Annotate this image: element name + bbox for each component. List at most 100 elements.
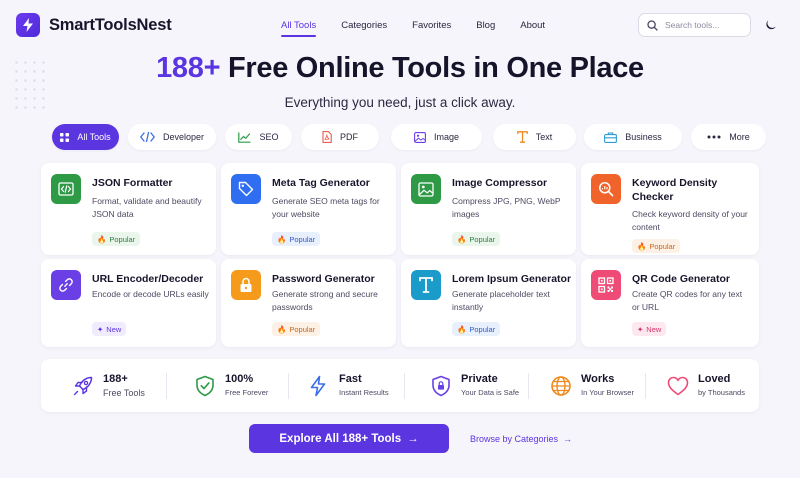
popular-badge: 🔥 Popular	[272, 232, 321, 246]
tab-business[interactable]: Business	[584, 124, 682, 150]
feature-title: Loved	[698, 373, 731, 385]
nav-all-tools[interactable]: All Tools	[281, 0, 317, 50]
tag-icon	[231, 174, 261, 204]
badge-label: New	[106, 324, 122, 334]
hero-title-text: Free Online Tools in One Place	[220, 52, 644, 84]
search-box	[638, 13, 751, 37]
feature-title: Private	[461, 373, 498, 385]
browse-categories-link[interactable]: Browse by Categories →	[470, 424, 572, 453]
tool-card-lorem-ipsum-generator[interactable]: Lorem Ipsum Generator Generate placehold…	[401, 259, 576, 347]
tool-description: Format, validate and beautify JSON data	[92, 196, 202, 219]
tab-label: All Tools	[77, 132, 111, 142]
code-icon	[139, 132, 155, 142]
tab-label: More	[729, 132, 750, 142]
explore-all-tools-button[interactable]: Explore All 188+ Tools →	[249, 424, 449, 453]
divider	[645, 373, 646, 399]
tool-card-password-generator[interactable]: Password Generator Generate strong and s…	[221, 259, 396, 347]
feature-subtitle: Your Data is Safe	[461, 388, 520, 397]
tool-card-image-compressor[interactable]: Image Compressor Compress JPG, PNG, WebP…	[401, 163, 576, 255]
tool-card-json-formatter[interactable]: JSON Formatter Format, validate and beau…	[41, 163, 216, 255]
features-strip: 188+ Free Tools 100% Free Forever Fast I…	[41, 359, 759, 412]
brand-logo[interactable]: SmartToolsNest	[16, 13, 172, 37]
tool-description: Generate SEO meta tags for your website	[272, 196, 380, 219]
flame-icon: 🔥	[277, 324, 287, 334]
more-dots-icon	[707, 135, 721, 139]
sparkle-icon: ✦	[97, 324, 104, 334]
flame-icon: 🔥	[457, 234, 467, 244]
tool-card-meta-tag-generator[interactable]: Meta Tag Generator Generate SEO meta tag…	[221, 163, 396, 255]
tab-developer[interactable]: Developer	[128, 124, 216, 150]
tab-pdf[interactable]: PDF	[301, 124, 379, 150]
sparkle-icon: ✦	[637, 324, 644, 334]
chart-icon	[238, 132, 251, 143]
tool-title: Lorem Ipsum Generator	[452, 273, 572, 285]
arrow-right-icon: →	[563, 433, 573, 444]
tool-card-keyword-density-checker[interactable]: Keyword Density Checker Check keyword de…	[581, 163, 759, 255]
tab-label: Business	[625, 132, 662, 142]
popular-badge: 🔥 Popular	[452, 232, 501, 246]
search-input[interactable]	[665, 20, 745, 30]
tab-image[interactable]: Image	[391, 124, 482, 150]
badge-label: Popular	[649, 241, 676, 251]
popular-badge: 🔥 Popular	[632, 239, 681, 253]
search-icon	[647, 19, 658, 31]
badge-label: Popular	[109, 234, 136, 244]
feature-title: 188+	[103, 373, 128, 385]
tool-title: Image Compressor	[452, 177, 548, 189]
feature-loved: Loved by Thousands	[663, 359, 745, 412]
text-icon	[411, 270, 441, 300]
tool-description: Generate strong and secure passwords	[272, 289, 378, 312]
feature-browser: Works In Your Browser	[546, 359, 634, 412]
tool-card-url-encoder-decoder[interactable]: URL Encoder/Decoder Encode or decode URL…	[41, 259, 216, 347]
flame-icon: 🔥	[637, 241, 647, 251]
tab-label: SEO	[259, 132, 279, 142]
category-tabs: All Tools Developer SEO PDF Image Text B…	[52, 124, 766, 150]
image-icon	[411, 174, 441, 204]
feature-subtitle: In Your Browser	[581, 388, 634, 397]
hero-title-accent: 188+	[156, 52, 221, 84]
feature-title: 100%	[225, 373, 254, 385]
tool-description: Generate placeholder text instantly	[452, 289, 550, 312]
tool-title: JSON Formatter	[92, 177, 173, 189]
tab-all-tools[interactable]: All Tools	[52, 124, 119, 150]
moon-icon	[766, 20, 776, 30]
qr-icon	[591, 270, 621, 300]
arrow-right-icon: →	[407, 432, 419, 445]
tool-description: Compress JPG, PNG, WebP images	[452, 196, 561, 219]
nav-blog[interactable]: Blog	[476, 0, 495, 50]
dark-mode-toggle[interactable]	[759, 13, 783, 37]
text-icon	[516, 131, 528, 143]
shield-lock-icon	[426, 375, 456, 397]
tool-title: QR Code Generator	[632, 273, 731, 285]
feature-subtitle: Free Tools	[103, 388, 145, 398]
tool-title: URL Encoder/Decoder	[92, 273, 204, 285]
tab-label: Image	[433, 132, 459, 142]
tab-seo[interactable]: SEO	[225, 124, 292, 150]
brand-name: SmartToolsNest	[49, 15, 172, 34]
new-badge: ✦ New	[92, 322, 127, 336]
nav-about[interactable]: About	[520, 0, 545, 50]
link-label: Browse by Categories	[470, 433, 559, 444]
feature-title: Works	[581, 373, 615, 385]
tab-more[interactable]: More	[691, 124, 766, 150]
tab-text[interactable]: Text	[493, 124, 576, 150]
tool-title: Meta Tag Generator	[272, 177, 370, 189]
tool-card-qr-code-generator[interactable]: QR Code Generator Create QR codes for an…	[581, 259, 759, 347]
feature-subtitle: Free Forever	[225, 388, 269, 397]
magnifier-icon	[591, 174, 621, 204]
feature-tools-count: 188+ Free Tools	[68, 359, 145, 412]
feature-private: Private Your Data is Safe	[426, 359, 519, 412]
button-label: Explore All 188+ Tools	[279, 432, 402, 445]
tool-title: Keyword Density Checker	[632, 177, 718, 203]
tab-label: Text	[535, 132, 553, 142]
flame-icon: 🔥	[277, 234, 287, 244]
tab-label: Developer	[162, 132, 205, 142]
divider	[404, 373, 405, 399]
briefcase-icon	[604, 131, 618, 143]
nav-categories[interactable]: Categories	[341, 0, 387, 50]
nav-favorites[interactable]: Favorites	[412, 0, 451, 50]
heart-icon	[663, 376, 693, 396]
feature-title: Fast	[339, 373, 362, 385]
shield-check-icon	[190, 375, 220, 397]
feature-subtitle: by Thousands	[698, 388, 745, 397]
